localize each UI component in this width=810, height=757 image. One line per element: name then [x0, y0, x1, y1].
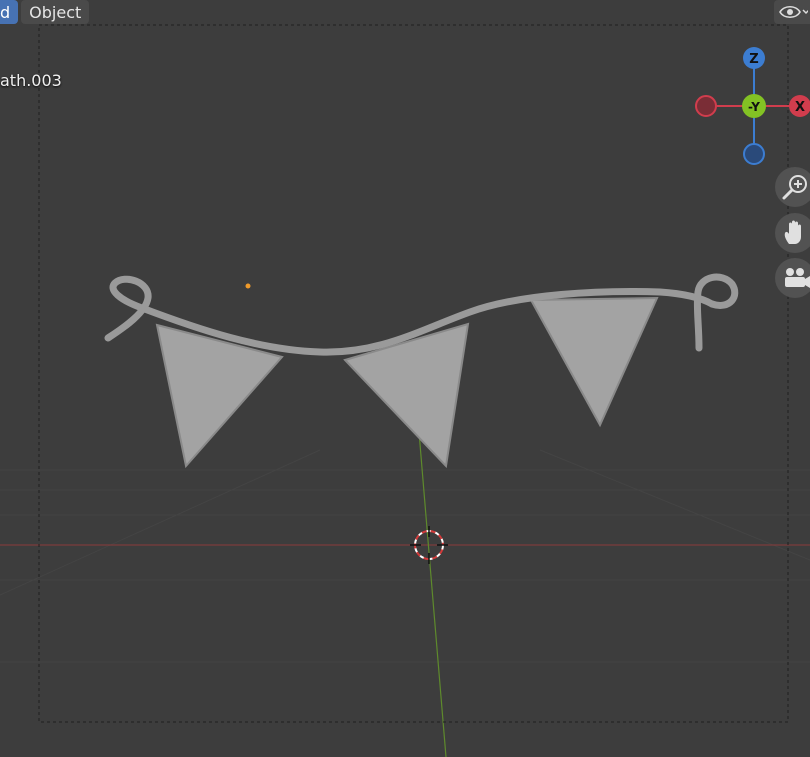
camera-icon — [785, 268, 810, 288]
object-menu[interactable]: Object — [21, 0, 90, 24]
eye-icon — [779, 5, 808, 19]
pan-hand-icon — [784, 220, 801, 244]
gizmo-neg-z — [743, 143, 765, 165]
y-axis-line — [417, 419, 447, 757]
gizmo-neg-x — [695, 95, 717, 117]
rope-left-loop — [104, 275, 152, 342]
floor-grid — [0, 449, 810, 663]
3d-viewport[interactable]: d Object ath.003 Z X -Y — [0, 0, 810, 757]
rope-right-loop — [693, 273, 739, 352]
camera-view-button[interactable] — [775, 258, 810, 298]
active-object-name: ath.003 — [0, 71, 62, 90]
zoom-button[interactable] — [775, 167, 810, 207]
object-visibility-toggle[interactable] — [774, 0, 810, 24]
flag-3 — [529, 296, 659, 428]
bunting-mesh — [104, 273, 739, 469]
navigation-gizmo[interactable]: Z X -Y — [690, 44, 810, 168]
viewport-scene[interactable] — [0, 0, 810, 757]
viewport-header: d Object — [0, 0, 90, 24]
object-origin — [245, 283, 251, 289]
zoom-icon — [782, 175, 807, 200]
gizmo-x-label: X — [795, 100, 805, 115]
gizmo-z-label: Z — [749, 52, 758, 67]
pan-button[interactable] — [775, 213, 810, 253]
gizmo-y-label: -Y — [748, 100, 760, 114]
mode-selector[interactable]: d — [0, 0, 19, 24]
